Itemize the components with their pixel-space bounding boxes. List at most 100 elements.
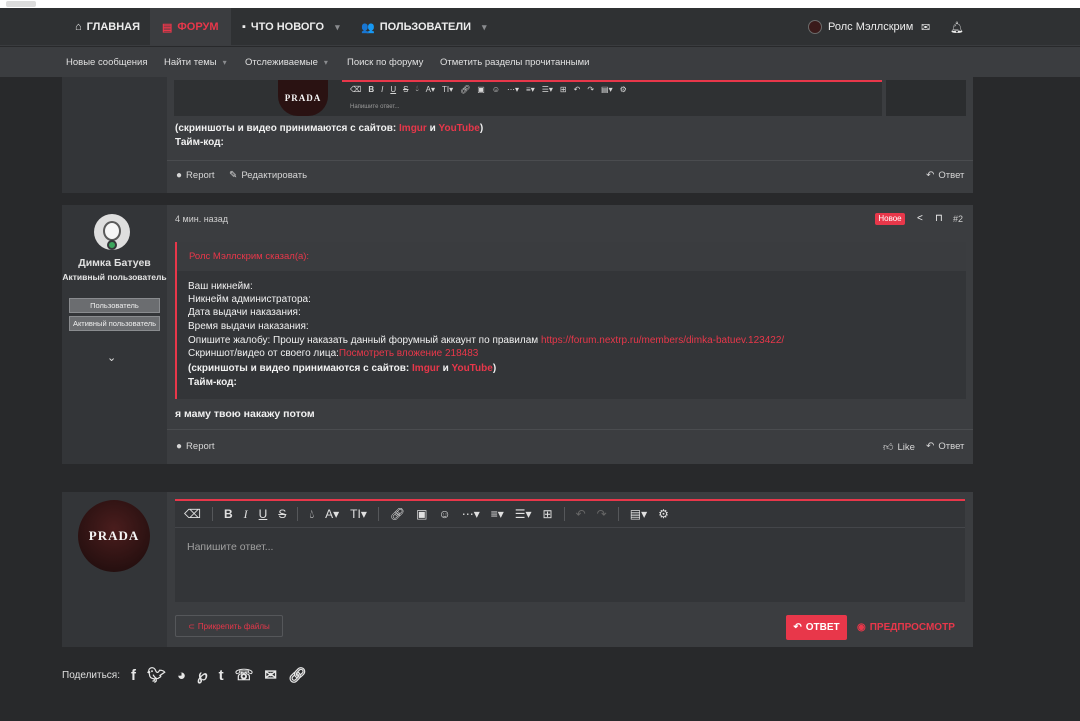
pinterest-icon[interactable]: ℘ (197, 666, 207, 684)
reply-label: Ответ (938, 441, 965, 452)
reply-input-placeholder: Напишите ответ... (187, 541, 274, 553)
account-menu[interactable]: Ролс Мэллскрим (808, 8, 913, 46)
alerts-button[interactable]: 🔔︎ (950, 8, 964, 46)
post-body: я маму твою накажу потом (175, 408, 315, 420)
link-icon[interactable]: 🔗︎ (390, 507, 405, 521)
quote-header[interactable]: Ролс Мэллскрим сказал(а): (177, 242, 966, 271)
link-icon[interactable]: 🔗︎ (288, 666, 307, 684)
sources-suffix: ) (479, 123, 484, 134)
chevron-down-icon[interactable]: ⌄ (107, 351, 116, 364)
reddit-icon[interactable]: ◕ (177, 667, 186, 684)
top-navigation: ⌂ ГЛАВНАЯ ▤ ФОРУМ ▪ ЧТО НОВОГО ▾ 👥 ПОЛЬЗ… (0, 8, 1080, 46)
reply-button[interactable]: ↶ Ответ (926, 170, 964, 181)
reply-label: Ответ (938, 170, 965, 181)
avatar[interactable]: PRADA (78, 500, 150, 572)
divider (167, 160, 973, 161)
conversations-button[interactable]: ✉ (921, 8, 930, 46)
nav-home-label: ГЛАВНАЯ (86, 21, 141, 33)
report-label: Report (186, 170, 215, 181)
browser-tab-chip[interactable] (6, 1, 36, 7)
post-reply-button[interactable]: ↶ ОТВЕТ (786, 615, 847, 640)
users-icon: 👥 (361, 21, 375, 34)
eraser-icon[interactable]: ⌫ (184, 507, 201, 521)
redo-icon[interactable]: ↷ (597, 507, 607, 521)
nav-home[interactable]: ⌂ ГЛАВНАЯ (75, 8, 140, 46)
imgur-link[interactable]: Imgur (399, 123, 427, 134)
nav-forum[interactable]: ▤ ФОРУМ (150, 8, 231, 46)
paperclip-icon: ⊂ (188, 621, 195, 631)
tumblr-icon[interactable]: t (219, 667, 224, 684)
quote-line-text: и (439, 363, 452, 374)
whatsapp-icon[interactable]: ☏ (235, 666, 254, 684)
image-icon[interactable]: ▣ (416, 507, 427, 521)
report-button[interactable]: ● Report (176, 170, 215, 181)
table-icon[interactable]: ⊞ (543, 507, 553, 521)
post-number[interactable]: #2 (953, 214, 963, 224)
youtube-link[interactable]: YouTube (439, 123, 480, 134)
forum-icon: ▤ (162, 21, 173, 34)
share-icon[interactable]: < (917, 213, 923, 224)
bell-icon: 🔔︎ (950, 21, 964, 34)
chevron-down-icon: ▾ (482, 21, 487, 32)
chevron-down-icon: ▾ (335, 21, 340, 32)
subnav-find-threads[interactable]: Найти темы ▾ (164, 47, 227, 77)
reply-button[interactable]: ↶ Ответ (926, 441, 964, 452)
facebook-icon[interactable]: f (131, 667, 136, 684)
account-username: Ролс Мэллскрим (828, 21, 914, 33)
post-author-title: Активный пользователь (62, 272, 167, 282)
attachment-link[interactable]: Посмотреть вложение 218483 (339, 348, 478, 359)
twitter-icon[interactable]: 🐦︎ (147, 666, 166, 684)
subnav-mark-read-label: Отметить разделы прочитанными (440, 56, 590, 68)
edit-button[interactable]: ✎ Редактировать (229, 170, 307, 181)
divider (167, 429, 973, 430)
underline-icon[interactable]: U (259, 507, 268, 521)
new-badge: Новое (875, 213, 905, 225)
reply-editor[interactable]: ⌫ B I U S 💧︎ A▾ TI▾ 🔗︎ ▣ ☺ ⋯▾ ≡▾ ☰▾ ⊞ ↶ … (175, 499, 965, 602)
font-size-icon[interactable]: TI▾ (350, 507, 367, 521)
italic-icon[interactable]: I (244, 507, 248, 522)
subnav-new-posts[interactable]: Новые сообщения (66, 47, 148, 77)
info-icon: ● (176, 441, 183, 452)
bold-icon[interactable]: B (224, 507, 233, 521)
share-label: Поделиться: (62, 669, 120, 681)
online-status-icon (107, 240, 117, 250)
drafts-icon[interactable]: ▤▾ (630, 507, 647, 521)
email-icon[interactable]: ✉ (264, 666, 277, 684)
attach-files-label: Прикрепить файлы (197, 621, 270, 631)
attach-files-button[interactable]: ⊂ Прикрепить файлы (175, 615, 283, 637)
preview-button[interactable]: ◉ ПРЕДПРОСМОТР (857, 615, 955, 640)
preview-label: ПРЕДПРОСМОТР (869, 622, 955, 633)
like-button[interactable]: 👍︎ Like (883, 441, 915, 454)
bookmark-icon[interactable]: ⊓ (935, 213, 943, 224)
list-icon[interactable]: ☰▾ (515, 507, 532, 521)
quote-line: Ваш никнейм: (188, 281, 253, 292)
youtube-link[interactable]: YouTube (452, 363, 493, 374)
info-icon: ● (176, 170, 183, 181)
undo-icon[interactable]: ↶ (576, 507, 586, 521)
home-icon: ⌂ (75, 21, 82, 33)
align-icon[interactable]: ≡▾ (491, 507, 504, 521)
subnav-watched[interactable]: Отслеживаемые ▾ (245, 47, 328, 77)
nav-whats-new[interactable]: ▪ ЧТО НОВОГО ▾ (242, 8, 340, 46)
settings-icon[interactable]: ⚙ (658, 507, 669, 521)
report-button[interactable]: ● Report (176, 441, 215, 452)
more-icon[interactable]: ⋯▾ (462, 507, 480, 521)
post-time[interactable]: 4 мин. назад (175, 214, 228, 224)
font-family-icon[interactable]: A▾ (325, 507, 339, 521)
subnav-find-threads-label: Найти темы (164, 56, 217, 68)
nav-members[interactable]: 👥 ПОЛЬЗОВАТЕЛИ ▾ (361, 8, 487, 46)
subnav-mark-read[interactable]: Отметить разделы прочитанными (440, 47, 589, 77)
imgur-link[interactable]: Imgur (412, 363, 440, 374)
reply-icon: ↶ (793, 622, 802, 633)
post-author-name[interactable]: Димка Батуев (62, 257, 167, 269)
profile-link[interactable]: https://forum.nextrp.ru/members/dimka-ba… (541, 335, 784, 346)
text-color-icon[interactable]: 💧︎ (309, 507, 314, 522)
strikethrough-icon[interactable]: S (278, 507, 286, 521)
quote-line: Никнейм администратора: (188, 294, 311, 305)
envelope-icon: ✉ (921, 21, 931, 34)
editor-toolbar-image: ⌫ B I U S 💧︎ A▾ TI▾ 🔗︎ ▣ ☺ ⋯▾ ≡▾ ☰▾ ⊞ ↶ ↷ ▤▾ ⚙ (342, 80, 882, 96)
quote-author[interactable]: Ролс Мэллскрим сказал(а): (189, 251, 309, 262)
smiley-icon[interactable]: ☺ (438, 507, 450, 521)
subnav-search-forums[interactable]: Поиск по форуму (347, 47, 423, 77)
divider (563, 507, 565, 521)
